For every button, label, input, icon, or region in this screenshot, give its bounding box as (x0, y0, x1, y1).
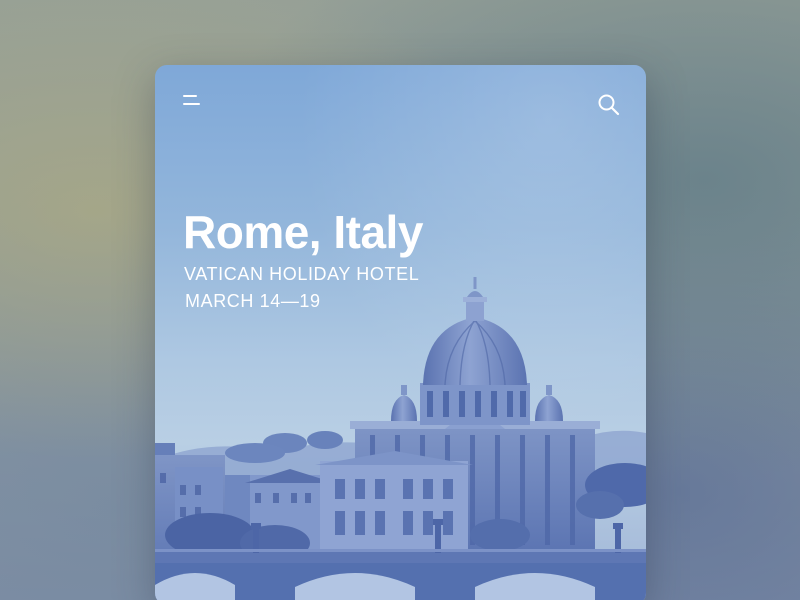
hamburger-menu-icon (183, 95, 197, 97)
destination-title: Rome, Italy (183, 206, 423, 258)
hamburger-menu-icon-line (183, 103, 200, 105)
stay-dates: MARCH 14—19 (185, 291, 321, 311)
hotel-name: VATICAN HOLIDAY HOTEL (184, 264, 420, 284)
search-button[interactable] (596, 92, 622, 118)
search-icon (598, 94, 620, 116)
destination-card: Rome, Italy VATICAN HOLIDAY HOTEL MARCH … (155, 65, 646, 600)
rome-cityscape-image (155, 277, 646, 600)
menu-button[interactable] (181, 92, 205, 110)
